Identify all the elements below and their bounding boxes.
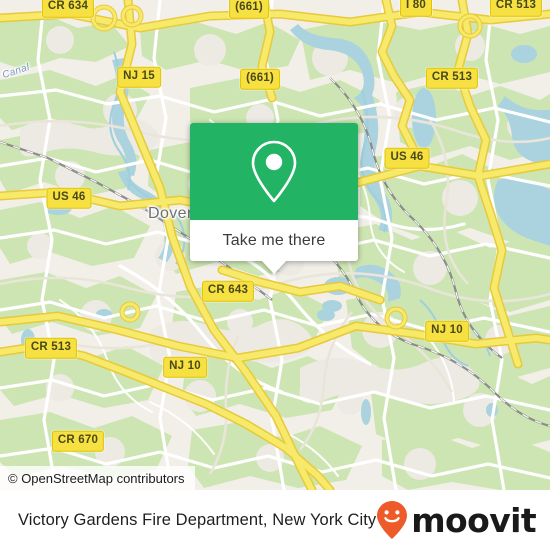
moovit-smiley-pin-icon — [377, 501, 408, 539]
road-shield: NJ 15 — [117, 66, 161, 88]
place-title: Victory Gardens Fire Department, New Yor… — [18, 510, 377, 529]
road-shield: CR 643 — [201, 280, 255, 302]
osm-attribution[interactable]: © OpenStreetMap contributors — [0, 466, 195, 490]
road-shield: US 46 — [46, 187, 92, 209]
popup-header — [190, 123, 358, 220]
popup-pointer — [261, 260, 287, 274]
map-viewport[interactable]: Dover Canal CR 634 (661) I 80 CR 513 NJ … — [0, 0, 550, 490]
footer-bar: Victory Gardens Fire Department, New Yor… — [0, 490, 550, 550]
road-shield: NJ 10 — [163, 356, 207, 378]
road-shield: CR 513 — [24, 337, 78, 359]
take-me-there-label: Take me there — [222, 231, 326, 249]
moovit-wordmark: moovit — [411, 500, 536, 540]
popup-action-bar[interactable]: Take me there — [190, 220, 358, 261]
location-popup[interactable]: Take me there — [190, 123, 358, 274]
moovit-logo[interactable]: moovit — [376, 500, 537, 540]
map-pin-icon — [251, 140, 297, 202]
road-shield: I 80 — [400, 0, 432, 17]
road-shield: (661) — [229, 0, 269, 19]
road-shield: CR 513 — [425, 67, 479, 89]
road-shield: (661) — [240, 68, 280, 90]
map-screenshot-root: Dover Canal CR 634 (661) I 80 CR 513 NJ … — [0, 0, 550, 550]
road-shield: CR 634 — [41, 0, 95, 18]
osm-attribution-text: © OpenStreetMap contributors — [8, 470, 185, 486]
road-shield: US 46 — [384, 147, 430, 169]
road-shield: CR 513 — [489, 0, 543, 17]
road-shield: NJ 10 — [425, 320, 469, 342]
road-shield: CR 670 — [51, 430, 105, 452]
